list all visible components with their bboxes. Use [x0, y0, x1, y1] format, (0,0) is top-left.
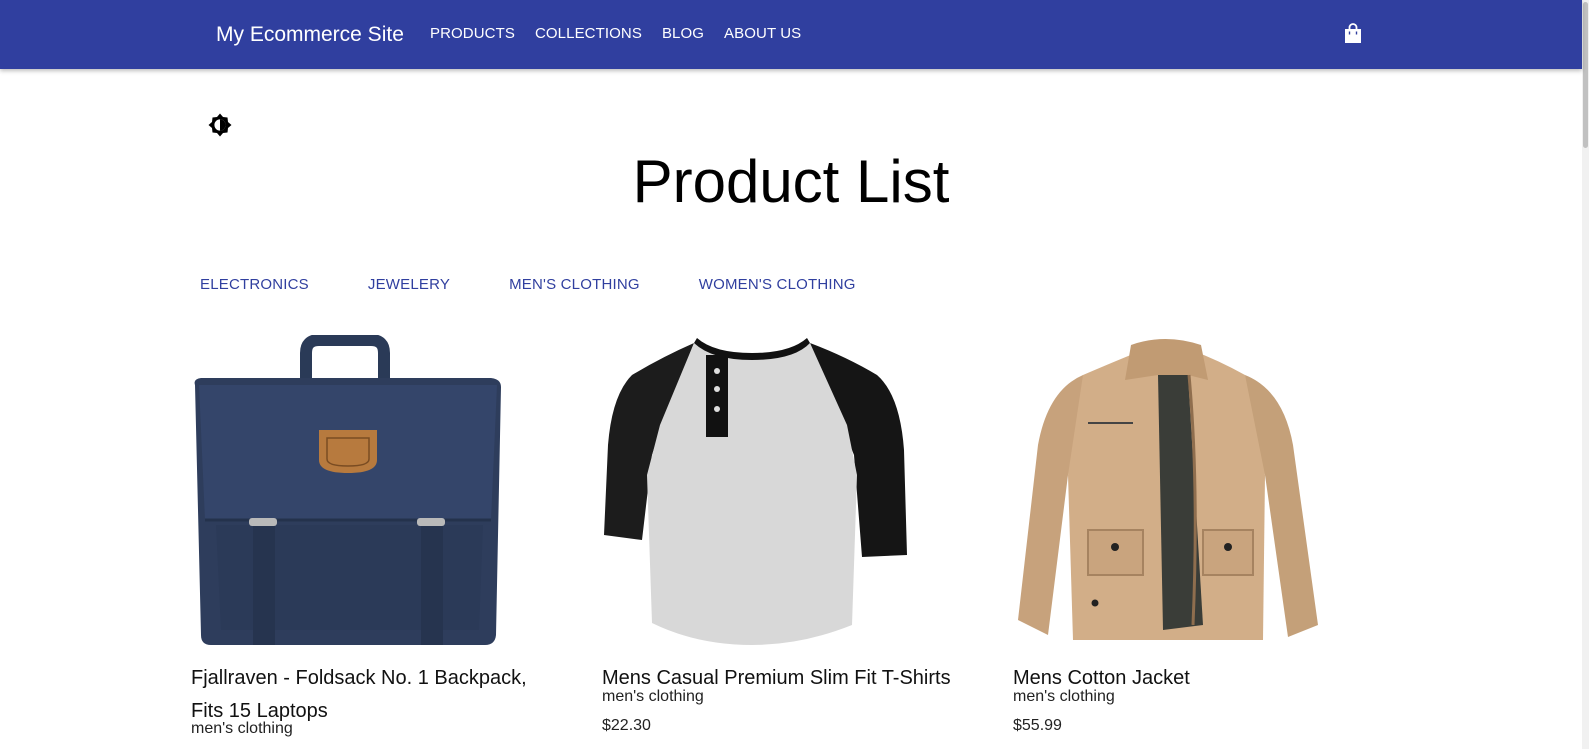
brand-logo-link[interactable]: My Ecommerce Site: [216, 22, 404, 48]
app-bar: My Ecommerce Site PRODUCTS COLLECTIONS B…: [0, 0, 1582, 69]
product-category: men's clothing: [1013, 688, 1115, 705]
jacket-image: [1018, 339, 1318, 640]
backpack-image: [194, 334, 501, 645]
product-image-tshirt[interactable]: [602, 335, 922, 650]
shopping-bag-icon: [1345, 23, 1361, 43]
tab-womens-clothing[interactable]: WOMEN'S CLOTHING: [699, 276, 856, 294]
product-category: men's clothing: [602, 688, 704, 705]
product-category: men's clothing: [191, 720, 293, 737]
tab-electronics[interactable]: ELECTRONICS: [200, 276, 309, 294]
tab-jewelery[interactable]: JEWELERY: [368, 276, 450, 294]
product-card[interactable]: Mens Cotton Jacket men's clothing $55.99: [1013, 335, 1393, 734]
cart-button[interactable]: [1341, 22, 1365, 46]
tab-mens-clothing[interactable]: MEN'S CLOTHING: [509, 276, 640, 294]
product-price: $22.30: [602, 717, 651, 734]
nav-link-about-us[interactable]: ABOUT US: [724, 25, 801, 43]
category-tabs: ELECTRONICS JEWELERY MEN'S CLOTHING WOME…: [200, 276, 915, 294]
tshirt-image: [604, 338, 907, 645]
product-price: $55.99: [1013, 717, 1062, 734]
product-image-backpack[interactable]: [191, 334, 511, 650]
vertical-scrollbar[interactable]: [1582, 0, 1589, 749]
main-nav: PRODUCTS COLLECTIONS BLOG ABOUT US: [430, 25, 821, 43]
brightness-icon: [208, 113, 232, 137]
nav-link-blog[interactable]: BLOG: [662, 25, 704, 43]
product-card[interactable]: Fjallraven - Foldsack No. 1 Backpack, Fi…: [191, 334, 571, 737]
product-card[interactable]: Mens Casual Premium Slim Fit T-Shirts me…: [602, 335, 982, 734]
nav-link-products[interactable]: PRODUCTS: [430, 25, 515, 43]
product-image-jacket[interactable]: [1013, 335, 1333, 650]
nav-link-collections[interactable]: COLLECTIONS: [535, 25, 642, 43]
page: My Ecommerce Site PRODUCTS COLLECTIONS B…: [0, 0, 1589, 749]
scrollbar-thumb[interactable]: [1583, 2, 1588, 148]
theme-toggle-button[interactable]: [207, 112, 233, 138]
page-title: Product List: [632, 148, 950, 215]
